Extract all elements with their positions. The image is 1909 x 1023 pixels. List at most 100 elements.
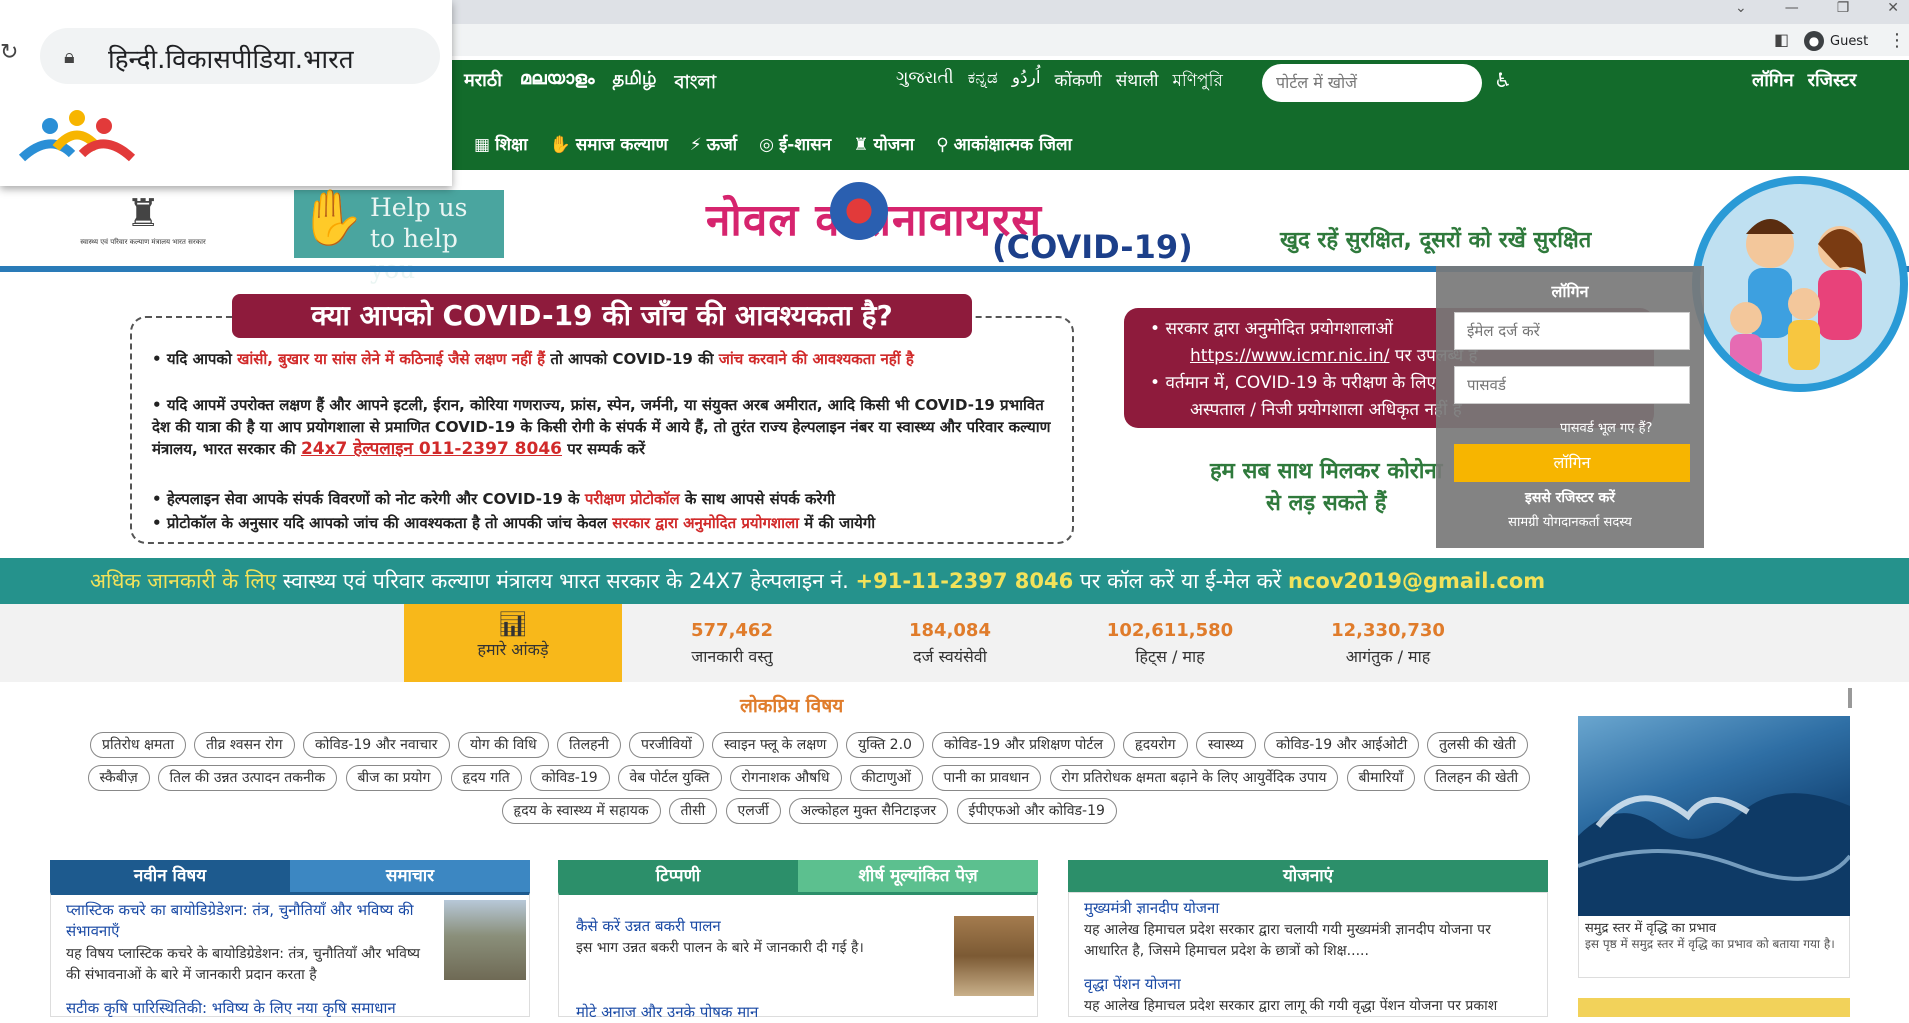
vikaspedia-logo[interactable] — [12, 108, 142, 182]
slogan-line: से लड़ सकते हैं — [1265, 491, 1387, 516]
language-link[interactable]: മലയാളം — [520, 68, 595, 99]
menu-item-energy[interactable]: ⚡ ऊर्जा — [690, 132, 737, 155]
language-link[interactable]: தமிழ் — [613, 68, 657, 99]
scheme-title[interactable]: मुख्यमंत्री ज्ञानदीप योजना — [1084, 898, 1534, 919]
popular-tag[interactable]: स्कैबीज़ — [87, 765, 150, 791]
popular-tag[interactable]: हृदय गति — [450, 765, 522, 791]
popular-tag[interactable]: एलर्जी — [725, 798, 781, 824]
article-title[interactable]: कैसे करें उन्नत बकरी पालन — [576, 916, 956, 937]
login-button[interactable]: लॉगिन — [1454, 444, 1690, 482]
search-input[interactable]: पोर्टल में खोजें — [1262, 64, 1482, 102]
popular-tag[interactable]: पानी का प्रावधान — [931, 765, 1042, 791]
article-thumbnail[interactable] — [444, 900, 526, 980]
popular-tag[interactable]: कोविड-19 और नवाचार — [303, 732, 450, 758]
scrollbar[interactable] — [1848, 688, 1852, 708]
article-title[interactable]: प्लास्टिक कचरे का बायोडिग्रेडेशन: तंत्र,… — [66, 900, 436, 942]
language-link[interactable]: ಕನ್ನಡ — [968, 68, 998, 96]
strip-text: पर कॉल करें या ई-मेल करें — [1073, 569, 1288, 593]
language-link[interactable]: বাংলা — [674, 68, 716, 99]
password-field[interactable] — [1454, 366, 1690, 404]
language-link[interactable]: মণিপুরি — [1172, 68, 1222, 96]
caption-title[interactable]: समुद्र स्तर में वृद्धि का प्रभाव — [1585, 918, 1843, 936]
our-stats-tile[interactable]: 📊︎ हमारे आंकड़े — [404, 604, 622, 682]
more-menu-icon[interactable]: ⋮ — [1888, 30, 1906, 51]
forgot-password-link[interactable]: पासवर्ड भूल गए हैं? — [1560, 418, 1652, 436]
popular-tag[interactable]: हृदय के स्वास्थ्य में सहायक — [501, 798, 661, 824]
sea-level-image[interactable] — [1577, 716, 1852, 916]
popular-tag[interactable]: कोविड-19 और आईओटी — [1264, 732, 1420, 758]
highlight-text[interactable]: सरकार द्वारा अनुमोदित प्रयोगशाला — [612, 514, 799, 532]
popular-tag[interactable]: रोग प्रतिरोधक क्षमता बढ़ाने के लिए आयुर्… — [1049, 765, 1339, 791]
text: हेल्पलाइन सेवा आपके संपर्क विवरणों को नो… — [166, 490, 585, 508]
sidebar-toggle-icon[interactable]: ◧ — [1774, 30, 1789, 49]
tab-news[interactable]: समाचार — [290, 860, 530, 892]
popular-tag[interactable]: स्वास्थ्य — [1196, 732, 1256, 758]
popular-tag[interactable]: परजीवियों — [629, 732, 704, 758]
article-title[interactable]: मोटे अनाज और उनके पोषक मान — [576, 1002, 956, 1023]
helpline-number[interactable]: +91-11-2397 8046 — [856, 569, 1074, 593]
popular-tag[interactable]: तिलहन की खेती — [1423, 765, 1531, 791]
icmr-link[interactable]: https://www.icmr.nic.in/ — [1190, 346, 1389, 366]
popular-tag[interactable]: कीटाणुओं — [849, 765, 923, 791]
menu-item-schemes[interactable]: ♜ योजना — [853, 132, 914, 155]
popular-tag[interactable]: युक्ति 2.0 — [846, 732, 924, 758]
language-link[interactable]: ગુજરાતી — [896, 68, 954, 96]
popular-tag[interactable]: तिल की उन्नत उत्पादन तकनीक — [157, 765, 338, 791]
register-link[interactable]: इससे रजिस्टर करें — [1436, 488, 1704, 507]
register-type[interactable]: सामग्री योगदानकर्ता सदस्य — [1436, 512, 1704, 530]
popular-tag[interactable]: कोविड-19 — [529, 765, 610, 791]
login-link[interactable]: लॉगिन — [1752, 68, 1794, 92]
popular-tag[interactable]: हृदयरोग — [1123, 732, 1188, 758]
article-thumbnail[interactable] — [954, 916, 1034, 996]
highlight-text[interactable]: परीक्षण प्रोटोकॉल — [585, 490, 680, 508]
popular-tag[interactable]: रोगनाशक औषधि — [729, 765, 842, 791]
hands-icon: ✋ — [549, 135, 571, 155]
tab-top-rated[interactable]: शीर्ष मूल्यांकित पेज़ — [798, 860, 1038, 892]
scheme-title[interactable]: वृद्धा पेंशन योजना — [1084, 974, 1534, 995]
language-link[interactable]: संथाली — [1116, 68, 1159, 96]
popular-tag[interactable]: अल्कोहल मुक्त सैनिटाइजर — [788, 798, 949, 824]
chevron-down-icon[interactable]: ⌄ — [1735, 0, 1747, 16]
popular-tag[interactable]: वेब पोर्टल युक्ति — [617, 765, 722, 791]
popular-tag[interactable]: तीव्र श्वसन रोग — [194, 732, 295, 758]
restore-icon[interactable]: ❐ — [1837, 0, 1850, 16]
popular-tag[interactable]: ईपीएफओ और कोविड-19 — [956, 798, 1117, 824]
popular-tag[interactable]: बीज का प्रयोग — [345, 765, 443, 791]
profile-button[interactable]: ● Guest — [1800, 28, 1878, 54]
popular-tag[interactable]: कोविड-19 और प्रशिक्षण पोर्टल — [932, 732, 1115, 758]
close-icon[interactable]: ✕ — [1887, 0, 1899, 16]
url-text[interactable]: हिन्दी.विकासपीडिया.भारत — [108, 40, 354, 76]
tab-schemes[interactable]: योजनाएं — [1068, 860, 1548, 892]
menu-item-welfare[interactable]: ✋ समाज कल्याण — [550, 132, 668, 155]
language-link[interactable]: कोंकणी — [1055, 68, 1102, 96]
popular-tag[interactable]: बीमारियाँ — [1346, 765, 1416, 791]
language-link[interactable]: اُردُو — [1012, 68, 1041, 96]
popular-tag[interactable]: प्रतिरोध क्षमता — [90, 732, 186, 758]
popular-tag[interactable]: तिलहनी — [557, 732, 621, 758]
popular-tag[interactable]: स्वाइन फ्लू के लक्षण — [712, 732, 839, 758]
tab-new-topics[interactable]: नवीन विषय — [50, 860, 290, 892]
tab-comments[interactable]: टिप्पणी — [558, 860, 798, 892]
register-link[interactable]: रजिस्टर — [1808, 68, 1857, 92]
accessibility-icon[interactable]: ♿ — [1494, 68, 1512, 92]
highlight-text[interactable]: जांच करवाने की आवश्यकता नहीं है — [719, 350, 914, 368]
menu-item-education[interactable]: ▦ शिक्षा — [474, 132, 528, 155]
popular-tag[interactable]: तुलसी की खेती — [1427, 732, 1528, 758]
menu-item-egov[interactable]: ◎ ई-शासन — [759, 132, 831, 155]
reload-icon[interactable]: ↻ — [0, 40, 18, 65]
menu-item-district[interactable]: ⚲ आकांक्षात्मक जिला — [936, 132, 1072, 155]
next-side-image[interactable] — [1578, 998, 1850, 1017]
lock-icon[interactable]: 🔒︎ — [64, 44, 75, 68]
emblem-icon: ♜ — [853, 135, 869, 155]
helpline-link[interactable]: 24x7 हेल्पलाइन 011-2397 8046 — [301, 439, 562, 459]
article-summary: यह विषय प्लास्टिक कचरे के बायोडिग्रेडेशन… — [66, 946, 420, 983]
highlight-text[interactable]: खांसी, बुखार या सांस लेने में कठिनाई जैस… — [237, 350, 545, 368]
help-us-banner[interactable]: ✋ Help us to help you — [294, 186, 504, 284]
popular-tag[interactable]: तीसी — [668, 798, 718, 824]
language-link[interactable]: मराठी — [464, 68, 502, 99]
minimize-icon[interactable]: — — [1785, 0, 1799, 16]
email-field[interactable] — [1454, 312, 1690, 350]
popular-tag[interactable]: योग की विधि — [458, 732, 549, 758]
article-title[interactable]: सटीक कृषि पारिस्थितिकी: भविष्य के लिए नय… — [66, 998, 526, 1019]
helpline-email[interactable]: ncov2019@gmail.com — [1288, 569, 1545, 593]
